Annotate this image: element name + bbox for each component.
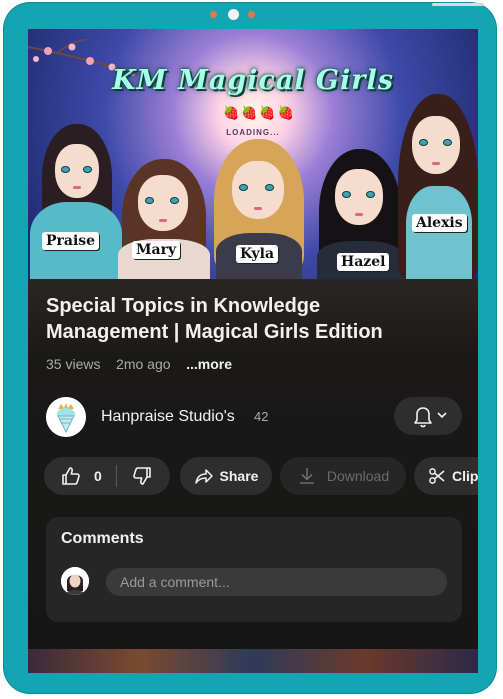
divider <box>115 465 117 487</box>
chevron-down-icon <box>437 412 447 419</box>
name-label: Praise <box>42 232 100 250</box>
comments-title: Comments <box>61 530 144 547</box>
name-label: Alexis <box>412 214 467 232</box>
app-screen: KM Magical Girls 🍓🍓🍓🍓 LOADING... Praise … <box>28 29 478 673</box>
name-label: Mary <box>132 241 181 259</box>
user-avatar <box>61 567 89 595</box>
character-mary: Mary <box>108 159 218 279</box>
download-label: Download <box>326 468 390 484</box>
upload-age: 2mo ago <box>116 356 171 372</box>
like-button[interactable]: 0 <box>44 465 102 487</box>
comment-input[interactable]: Add a comment... <box>106 568 447 596</box>
frame-button <box>432 3 484 6</box>
share-button[interactable]: Share <box>180 457 272 495</box>
channel-name[interactable]: Hanpraise Studio's <box>101 408 235 426</box>
share-label: Share <box>219 468 259 484</box>
like-dislike-group: 0 <box>44 457 170 495</box>
share-icon <box>194 469 213 484</box>
download-button[interactable]: Download <box>280 457 406 495</box>
scissors-icon <box>429 468 445 484</box>
channel-row: Hanpraise Studio's 42 <box>46 397 466 437</box>
action-bar: 0 Share Download Clip <box>44 457 478 495</box>
dislike-button[interactable] <box>131 465 153 487</box>
thumbs-up-icon <box>62 467 80 485</box>
character-alexis: Alexis <box>394 94 478 279</box>
sensor-dot <box>248 11 255 18</box>
view-count: 35 views <box>46 356 101 372</box>
video-meta[interactable]: 35 views 2mo ago ...more <box>46 356 232 372</box>
subscriber-count: 42 <box>254 409 269 424</box>
strawberry-icons: 🍓🍓🍓🍓 <box>223 105 296 120</box>
front-camera <box>228 9 239 20</box>
channel-avatar[interactable] <box>46 397 86 437</box>
more-link[interactable]: ...more <box>186 356 232 372</box>
bell-icon <box>414 407 432 428</box>
comments-panel[interactable]: Comments Add a comment... <box>46 517 462 622</box>
notification-button[interactable] <box>394 397 462 435</box>
character-kyla: Kyla <box>206 139 311 279</box>
like-count: 0 <box>94 468 102 484</box>
name-label: Hazel <box>337 253 390 271</box>
tablet-frame: KM Magical Girls 🍓🍓🍓🍓 LOADING... Praise … <box>4 3 496 693</box>
video-player[interactable]: KM Magical Girls 🍓🍓🍓🍓 LOADING... Praise … <box>28 29 478 279</box>
banner-title: KM Magical Girls <box>112 65 394 96</box>
next-video-thumbnail[interactable] <box>28 649 478 673</box>
video-details: Special Topics in Knowledge Management |… <box>28 279 478 673</box>
thumbs-down-icon <box>133 467 151 485</box>
name-label: Kyla <box>236 245 279 263</box>
download-icon <box>299 468 314 484</box>
ice-cream-crown-icon <box>46 397 86 437</box>
sensor-dot <box>210 11 217 18</box>
clip-label: Clip <box>452 468 478 484</box>
clip-button[interactable]: Clip <box>414 457 478 495</box>
video-title[interactable]: Special Topics in Knowledge Management |… <box>46 293 446 345</box>
